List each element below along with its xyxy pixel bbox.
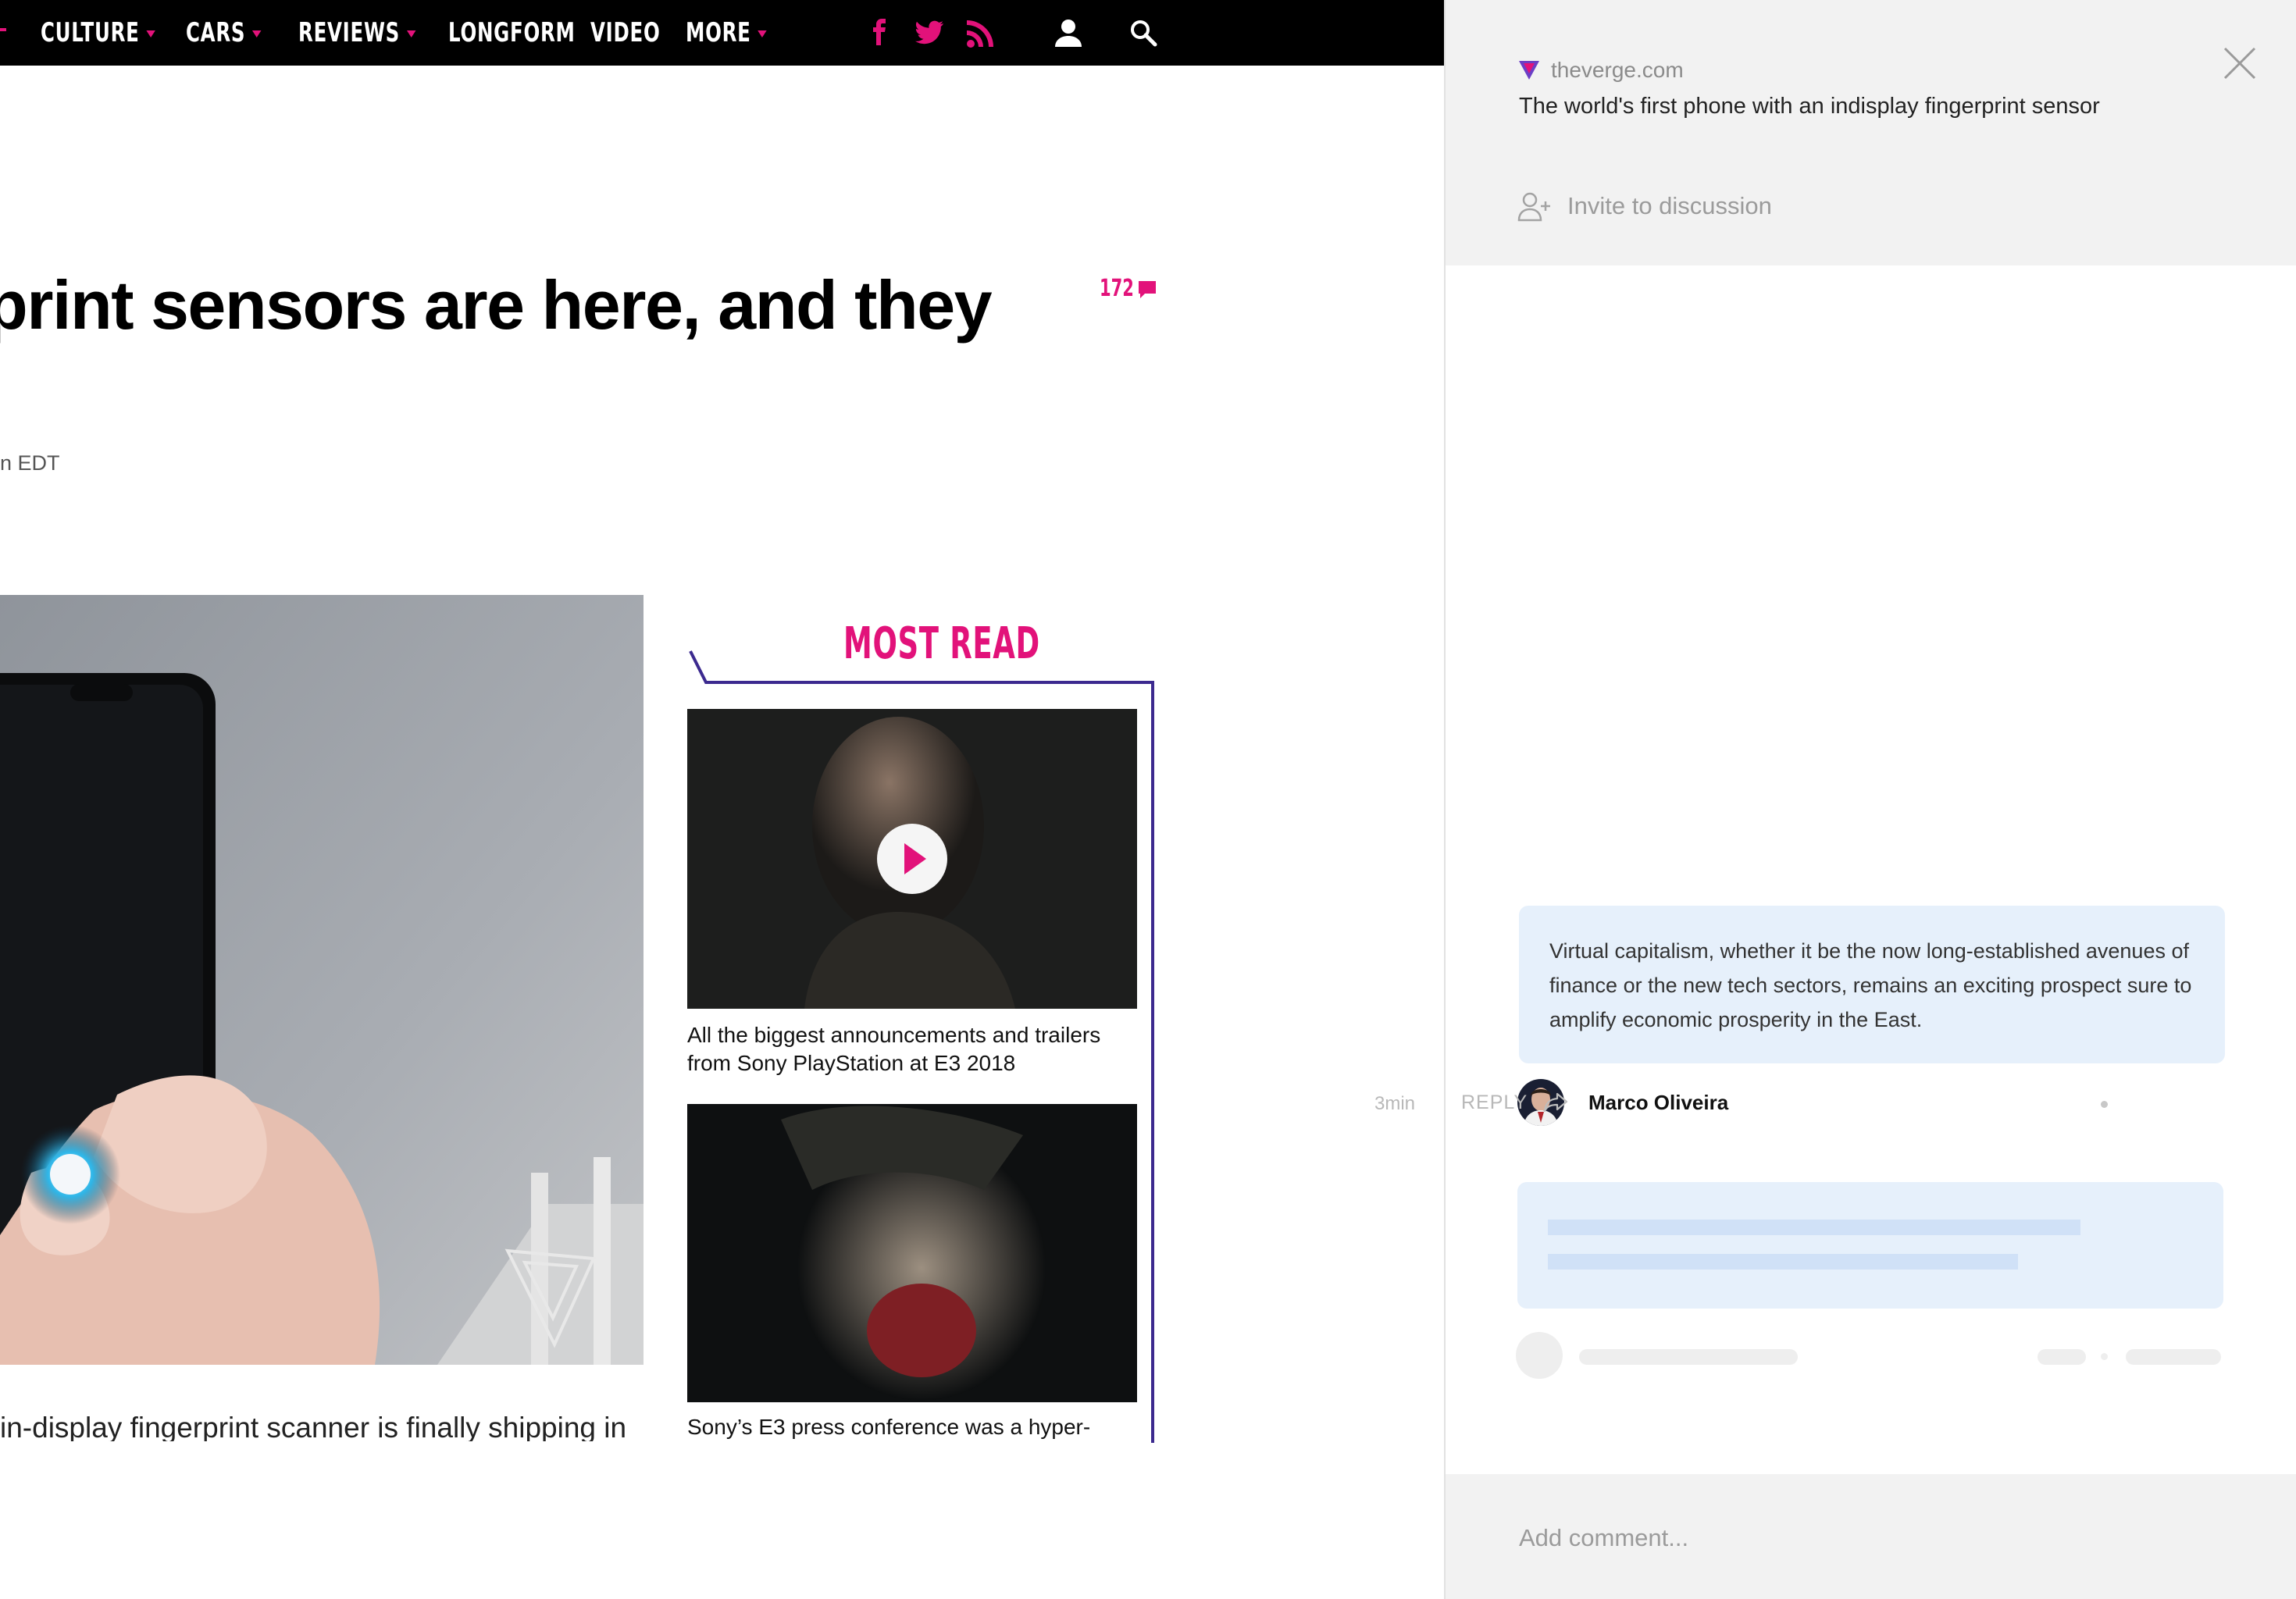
chevron-down-icon xyxy=(758,30,767,37)
most-read-thumbnail[interactable] xyxy=(687,709,1137,1009)
nav-item-cars[interactable]: CARS xyxy=(186,12,262,53)
nav-label: CARS xyxy=(186,17,246,48)
reply-button[interactable]: REPLY xyxy=(1461,1092,1528,1114)
page-title: The world's first phone with an indispla… xyxy=(1519,94,2100,119)
comment-author[interactable]: Marco Oliveira xyxy=(1588,1091,1728,1115)
add-user-icon xyxy=(1517,192,1550,222)
loading-comment-skeleton xyxy=(1517,1182,2223,1309)
nav-item-longform[interactable]: LONGFORM xyxy=(448,12,576,53)
skeleton-time xyxy=(2038,1349,2086,1365)
nav-label: CULTURE xyxy=(41,17,140,48)
comment-bubble: Virtual capitalism, whether it be the no… xyxy=(1519,906,2225,1063)
invite-to-discussion-button[interactable]: Invite to discussion xyxy=(1517,187,1772,225)
article-hero-image xyxy=(0,595,644,1365)
nav-item-reviews[interactable]: REVIEWS xyxy=(298,12,416,53)
facebook-icon[interactable] xyxy=(862,16,897,50)
most-read-caption[interactable]: Sony’s E3 press conference was a hyper- xyxy=(687,1413,1140,1441)
skeleton-avatar xyxy=(1516,1332,1563,1379)
nav-accent-dash xyxy=(0,28,6,31)
share-icon[interactable] xyxy=(1543,1092,1568,1113)
user-account-icon[interactable] xyxy=(1051,16,1086,50)
comment-count[interactable]: 172 xyxy=(1100,275,1134,302)
close-icon[interactable] xyxy=(2219,42,2261,84)
nav-label: MORE xyxy=(686,17,751,48)
skeleton-dot xyxy=(2101,1353,2108,1360)
twitter-icon[interactable] xyxy=(912,16,947,50)
skeleton-line xyxy=(1548,1254,2018,1270)
chevron-down-icon xyxy=(146,30,155,37)
nav-label: VIDEO xyxy=(590,17,661,48)
nav-item-video[interactable]: VIDEO xyxy=(590,12,661,53)
comment-composer xyxy=(1446,1474,2296,1599)
nav-item-culture[interactable]: CULTURE xyxy=(41,12,155,53)
chevron-down-icon xyxy=(406,30,416,37)
search-icon[interactable] xyxy=(1126,16,1160,50)
article-page: CULTURE CARS REVIEWS LONGFORM VIDEO MORE… xyxy=(0,0,1444,1599)
add-comment-input[interactable] xyxy=(1517,1518,2223,1558)
chevron-down-icon xyxy=(251,30,262,37)
nav-label: REVIEWS xyxy=(298,17,401,48)
nav-label: LONGFORM xyxy=(448,17,576,48)
meta-separator-dot xyxy=(2101,1101,2108,1108)
comment-bubble-icon[interactable] xyxy=(1137,280,1157,300)
skeleton-reply xyxy=(2126,1349,2221,1365)
article-timestamp: n EDT xyxy=(0,451,60,475)
invite-label: Invite to discussion xyxy=(1567,192,1772,219)
article-body-text: in-display fingerprint scanner is finall… xyxy=(0,1412,627,1441)
skeleton-author xyxy=(1579,1349,1798,1365)
verge-logo-icon xyxy=(1519,61,1539,80)
most-read-caption[interactable]: All the biggest announcements and traile… xyxy=(687,1021,1140,1077)
comment-text: Virtual capitalism, whether it be the no… xyxy=(1549,939,2192,1031)
rss-icon[interactable] xyxy=(964,16,998,50)
site-domain: theverge.com xyxy=(1551,58,1684,82)
skeleton-line xyxy=(1548,1220,2080,1235)
article-headline: print sensors are here, and they xyxy=(0,266,993,344)
comment-timestamp: 3min xyxy=(1374,1093,1416,1114)
top-navigation-bar: CULTURE CARS REVIEWS LONGFORM VIDEO MORE xyxy=(0,0,1444,66)
panel-header: theverge.com The world's first phone wit… xyxy=(1446,0,2296,265)
nav-item-more[interactable]: MORE xyxy=(686,12,767,53)
most-read-thumbnail[interactable] xyxy=(687,1104,1137,1402)
